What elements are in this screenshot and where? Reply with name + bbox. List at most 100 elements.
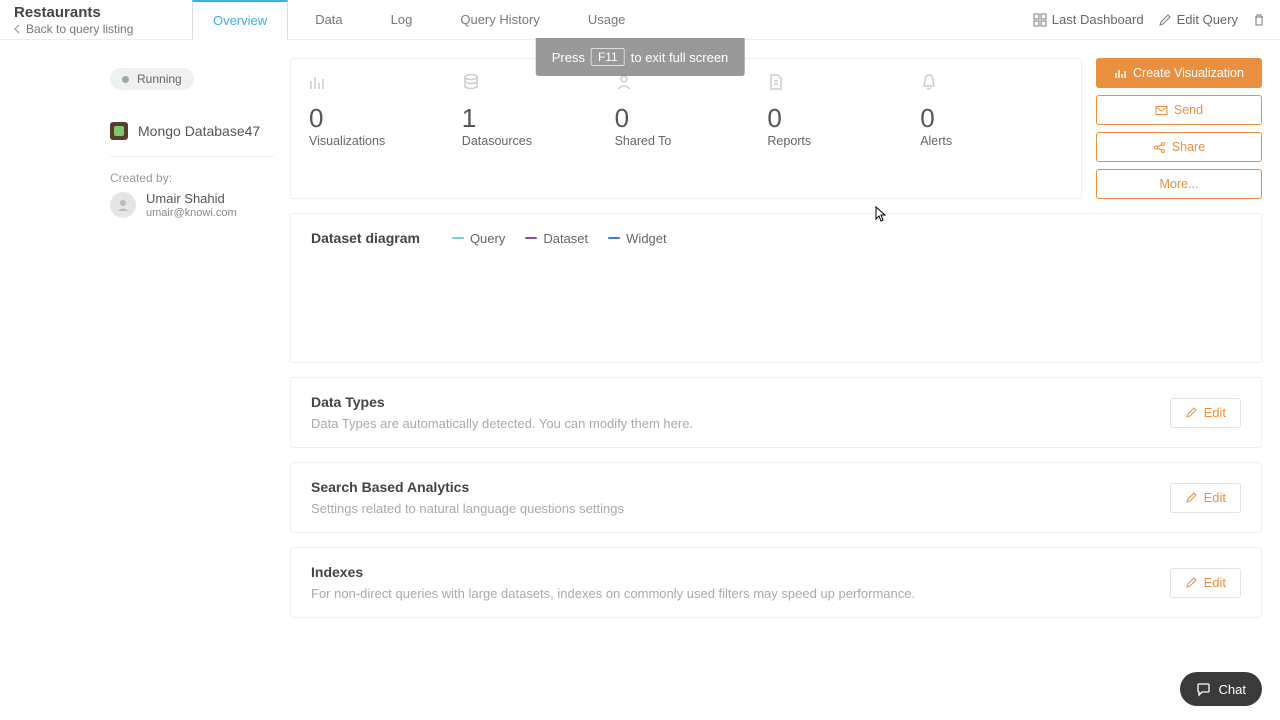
legend-swatch — [608, 237, 620, 239]
document-icon — [767, 73, 785, 91]
stat-datasources: 1 Datasources — [462, 73, 605, 180]
legend-item-query: Query — [452, 231, 505, 246]
dataset-diagram-card: Dataset diagram Query Dataset Widget — [290, 213, 1262, 363]
status-pill: Running — [110, 68, 194, 90]
legend: Query Dataset Widget — [452, 231, 667, 246]
last-dashboard-link[interactable]: Last Dashboard — [1033, 12, 1144, 27]
search-analytics-card: Search Based Analytics Settings related … — [290, 462, 1262, 533]
stat-label: Datasources — [462, 134, 605, 148]
stat-alerts: 0 Alerts — [920, 73, 1063, 180]
cursor-icon — [875, 206, 887, 229]
chat-icon — [1196, 682, 1211, 697]
pencil-icon — [1185, 491, 1198, 504]
stats-card: 0 Visualizations 1 Datasources 0 Shared … — [290, 58, 1082, 199]
card-subtitle: For non-direct queries with large datase… — [311, 586, 915, 601]
overlay-post: to exit full screen — [631, 50, 729, 65]
diagram-body — [311, 246, 1241, 346]
create-visualization-button[interactable]: Create Visualization — [1096, 58, 1262, 88]
trash-icon — [1252, 13, 1266, 27]
main-content: 0 Visualizations 1 Datasources 0 Shared … — [290, 40, 1280, 720]
user-icon — [116, 198, 130, 212]
data-types-card: Data Types Data Types are automatically … — [290, 377, 1262, 448]
sidebar: Running Mongo Database47 Created by: Uma… — [0, 40, 290, 720]
legend-label: Widget — [626, 231, 666, 246]
overlay-key: F11 — [591, 48, 625, 66]
chat-label: Chat — [1219, 682, 1246, 697]
bar-chart-icon — [1114, 67, 1127, 80]
datasource-name: Mongo Database47 — [138, 123, 260, 139]
card-subtitle: Settings related to natural language que… — [311, 501, 624, 516]
stat-label: Visualizations — [309, 134, 452, 148]
avatar — [110, 192, 136, 218]
legend-swatch — [525, 237, 537, 239]
status-label: Running — [137, 72, 182, 86]
legend-item-dataset: Dataset — [525, 231, 588, 246]
stat-reports: 0 Reports — [767, 73, 910, 180]
tab-query-history[interactable]: Query History — [439, 0, 560, 40]
datasource-row[interactable]: Mongo Database47 — [110, 122, 274, 140]
fullscreen-overlay: Press F11 to exit full screen — [536, 38, 745, 76]
page-title: Restaurants — [14, 4, 101, 21]
tab-log[interactable]: Log — [370, 0, 434, 40]
button-label: Edit — [1204, 575, 1226, 590]
grid-icon — [1033, 13, 1047, 27]
stat-visualizations: 0 Visualizations — [309, 73, 452, 180]
actions-panel: Create Visualization Send Share More... — [1096, 58, 1262, 199]
tab-overview[interactable]: Overview — [192, 0, 288, 40]
indexes-card: Indexes For non-direct queries with larg… — [290, 547, 1262, 618]
created-by-label: Created by: — [110, 171, 274, 185]
card-title: Dataset diagram — [311, 230, 420, 246]
share-button[interactable]: Share — [1096, 132, 1262, 162]
edit-query-link[interactable]: Edit Query — [1158, 12, 1238, 27]
stat-value: 1 — [462, 103, 605, 134]
status-dot-icon — [122, 76, 129, 83]
card-title: Data Types — [311, 394, 693, 410]
stat-value: 0 — [309, 103, 452, 134]
back-link-label: Back to query listing — [26, 22, 133, 36]
stat-shared-to: 0 Shared To — [615, 73, 758, 180]
divider — [110, 156, 274, 157]
button-label: More... — [1160, 177, 1199, 191]
tabs: Overview Data Log Query History Usage — [192, 0, 646, 40]
chat-button[interactable]: Chat — [1180, 672, 1262, 706]
delete-button[interactable] — [1252, 13, 1266, 27]
legend-swatch — [452, 237, 464, 239]
button-label: Edit — [1204, 490, 1226, 505]
button-label: Create Visualization — [1133, 66, 1244, 80]
pencil-icon — [1185, 576, 1198, 589]
button-label: Edit — [1204, 405, 1226, 420]
card-title: Search Based Analytics — [311, 479, 624, 495]
mail-icon — [1155, 104, 1168, 117]
stat-label: Shared To — [615, 134, 758, 148]
stat-value: 0 — [767, 103, 910, 134]
pencil-icon — [1158, 13, 1172, 27]
mongo-icon — [110, 122, 128, 140]
overlay-pre: Press — [552, 50, 585, 65]
back-link[interactable]: Back to query listing — [14, 22, 133, 36]
bell-icon — [920, 73, 938, 91]
user-name: Umair Shahid — [146, 191, 237, 207]
bar-chart-icon — [309, 73, 327, 91]
stat-value: 0 — [615, 103, 758, 134]
user-email: umair@knowi.com — [146, 207, 237, 219]
card-title: Indexes — [311, 564, 915, 580]
button-label: Send — [1174, 103, 1203, 117]
send-button[interactable]: Send — [1096, 95, 1262, 125]
edit-sba-button[interactable]: Edit — [1170, 483, 1241, 513]
tab-data[interactable]: Data — [294, 0, 363, 40]
legend-item-widget: Widget — [608, 231, 666, 246]
card-subtitle: Data Types are automatically detected. Y… — [311, 416, 693, 431]
user-row: Umair Shahid umair@knowi.com — [110, 191, 274, 219]
tab-usage[interactable]: Usage — [567, 0, 647, 40]
edit-indexes-button[interactable]: Edit — [1170, 568, 1241, 598]
stat-label: Alerts — [920, 134, 1063, 148]
edit-query-label: Edit Query — [1177, 12, 1238, 27]
database-icon — [462, 73, 480, 91]
stat-label: Reports — [767, 134, 910, 148]
more-button[interactable]: More... — [1096, 169, 1262, 199]
edit-data-types-button[interactable]: Edit — [1170, 398, 1241, 428]
legend-label: Dataset — [543, 231, 588, 246]
stat-value: 0 — [920, 103, 1063, 134]
legend-label: Query — [470, 231, 505, 246]
pencil-icon — [1185, 406, 1198, 419]
